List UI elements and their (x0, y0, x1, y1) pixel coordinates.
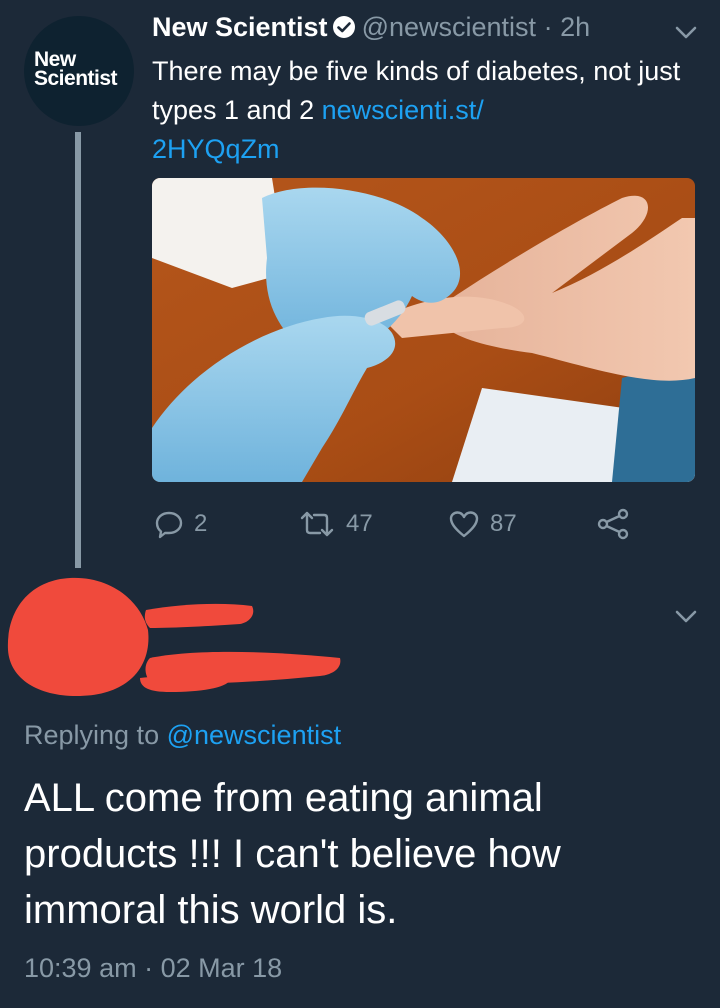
replying-handle-link[interactable]: @newscientist (167, 720, 341, 750)
photo-illustration (152, 178, 695, 482)
reply-timestamp: 10:39 am · 02 Mar 18 (24, 953, 283, 983)
reply-menu-chevron-down-icon[interactable] (675, 610, 697, 624)
tweet-age: 2h (560, 12, 591, 42)
tweet-link-part1[interactable]: newscienti.st/ (322, 95, 484, 125)
replying-to: Replying to @newscientist (24, 720, 341, 751)
thread-line (75, 132, 81, 568)
heart-icon (449, 511, 479, 538)
time-separator: · (543, 12, 553, 42)
tweet-header: New Scientist @newscientist · 2h (152, 12, 590, 43)
like-action[interactable]: 87 (448, 508, 517, 540)
share-action[interactable] (596, 508, 640, 540)
share-icon (597, 508, 629, 540)
tweet-photo[interactable] (152, 178, 695, 482)
retweet-count: 47 (346, 510, 373, 537)
retweet-icon (300, 511, 334, 537)
reply-icon (155, 511, 183, 539)
avatar-logo: New Scientist (34, 49, 118, 90)
tweet-menu-chevron-down-icon[interactable] (675, 26, 697, 40)
verified-icon (332, 15, 356, 39)
author-handle[interactable]: @newscientist (362, 12, 536, 42)
avatar[interactable]: New Scientist (24, 16, 134, 126)
author-name[interactable]: New Scientist (152, 12, 328, 42)
reply-count: 2 (194, 510, 208, 537)
tweet-text: There may be five kinds of diabetes, not… (152, 52, 712, 169)
redaction-scribble (7, 577, 341, 697)
retweet-action[interactable]: 47 (298, 508, 373, 540)
like-count: 87 (490, 510, 517, 537)
reply-text: ALL come from eating animal products !!!… (24, 776, 561, 932)
replying-prefix: Replying to (24, 720, 160, 750)
avatar-logo-line2: Scientist (34, 67, 118, 90)
reply-action[interactable]: 2 (154, 508, 207, 540)
tweet-link-part2[interactable]: 2HYQqZm (152, 134, 280, 164)
